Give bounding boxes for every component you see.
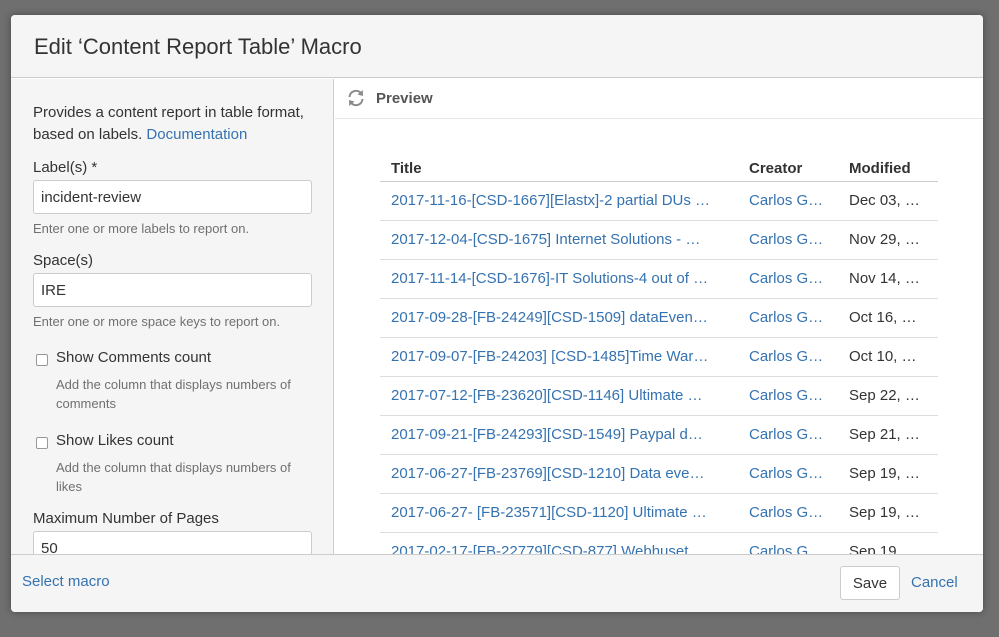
creator-link[interactable]: Carlos G…	[738, 181, 838, 221]
table-row: 2017-06-27-[FB-23769][CSD-1210] Data eve…	[380, 454, 938, 494]
dialog-header: Edit ‘Content Report Table’ Macro	[11, 15, 983, 78]
spaces-input[interactable]	[33, 273, 312, 307]
cancel-link[interactable]: Cancel	[911, 574, 958, 591]
modified-date: Nov 14, …	[838, 259, 938, 299]
creator-link[interactable]: Carlos G…	[738, 337, 838, 377]
page-title-link[interactable]: 2017-09-21-[FB-24293][CSD-1549] Paypal d…	[380, 415, 738, 455]
refresh-icon[interactable]	[346, 88, 366, 108]
table-row: 2017-09-07-[FB-24203] [CSD-1485]Time War…	[380, 337, 938, 377]
page-title-link[interactable]: 2017-06-27- [FB-23571][CSD-1120] Ultimat…	[380, 493, 738, 533]
page-title-link[interactable]: 2017-06-27-[FB-23769][CSD-1210] Data eve…	[380, 454, 738, 494]
table-row: 2017-11-14-[CSD-1676]-IT Solutions-4 out…	[380, 259, 938, 299]
table-row: 2017-02-17-[FB-22779][CSD-877] Webhuset …	[380, 532, 938, 554]
modified-date: Dec 03, …	[838, 181, 938, 221]
page-title-link[interactable]: 2017-02-17-[FB-22779][CSD-877] Webhuset …	[380, 532, 738, 554]
labels-hint: Enter one or more labels to report on.	[33, 221, 250, 236]
show-likes-checkbox[interactable]	[36, 437, 48, 449]
page-title-link[interactable]: 2017-09-07-[FB-24203] [CSD-1485]Time War…	[380, 337, 738, 377]
show-likes-description: Add the column that displays numbers of …	[56, 460, 291, 494]
preview-bar: Preview	[335, 79, 983, 119]
column-header-creator[interactable]: Creator	[738, 142, 838, 182]
dialog-footer: Select macro Save Cancel	[11, 554, 983, 612]
max-pages-label: Maximum Number of Pages	[33, 510, 219, 527]
column-header-modified[interactable]: Modified	[838, 142, 938, 182]
show-comments-description: Add the column that displays numbers of …	[56, 377, 291, 411]
creator-link[interactable]: Carlos G…	[738, 415, 838, 455]
dialog-title: Edit ‘Content Report Table’ Macro	[34, 34, 362, 59]
page-title-link[interactable]: 2017-11-14-[CSD-1676]-IT Solutions-4 out…	[380, 259, 738, 299]
table-row: 2017-06-27- [FB-23571][CSD-1120] Ultimat…	[380, 493, 938, 533]
creator-link[interactable]: Carlos G…	[738, 532, 838, 554]
modified-date: Oct 10, …	[838, 337, 938, 377]
modified-date: Nov 29, …	[838, 220, 938, 260]
column-header-title[interactable]: Title	[380, 142, 738, 182]
table-header-row: Title Creator Modified	[380, 142, 938, 182]
spaces-label: Space(s)	[33, 252, 94, 269]
table-row: 2017-07-12-[FB-23620][CSD-1146] Ultimate…	[380, 376, 938, 416]
preview-panel[interactable]: Preview Title Creator Modified 2017-11-1…	[335, 79, 983, 554]
show-comments-checkbox[interactable]	[36, 354, 48, 366]
modified-date: Sep 19, …	[838, 454, 938, 494]
macro-dialog: Edit ‘Content Report Table’ Macro Provid…	[11, 15, 983, 612]
creator-link[interactable]: Carlos G…	[738, 298, 838, 338]
creator-link[interactable]: Carlos G…	[738, 493, 838, 533]
content-report-table: Title Creator Modified 2017-11-16-[CSD-1…	[380, 142, 938, 554]
documentation-link[interactable]: Documentation	[146, 126, 247, 143]
spaces-hint: Enter one or more space keys to report o…	[33, 314, 281, 329]
show-likes-label[interactable]: Show Likes count	[56, 432, 174, 449]
modified-date: Oct 16, …	[838, 298, 938, 338]
table-row: 2017-09-21-[FB-24293][CSD-1549] Paypal d…	[380, 415, 938, 455]
table-row: 2017-12-04-[CSD-1675] Internet Solutions…	[380, 220, 938, 260]
page-title-link[interactable]: 2017-07-12-[FB-23620][CSD-1146] Ultimate…	[380, 376, 738, 416]
modified-date: Sep 21, …	[838, 415, 938, 455]
max-pages-input[interactable]	[33, 531, 312, 554]
creator-link[interactable]: Carlos G…	[738, 454, 838, 494]
table-row: 2017-11-16-[CSD-1667][Elastx]-2 partial …	[380, 181, 938, 221]
show-comments-label[interactable]: Show Comments count	[56, 349, 211, 366]
macro-parameters-panel[interactable]: Provides a content report in table forma…	[11, 79, 334, 554]
table-row: 2017-09-28-[FB-24249][CSD-1509] dataEven…	[380, 298, 938, 338]
page-title-link[interactable]: 2017-11-16-[CSD-1667][Elastx]-2 partial …	[380, 181, 738, 221]
creator-link[interactable]: Carlos G…	[738, 220, 838, 260]
page-title-link[interactable]: 2017-12-04-[CSD-1675] Internet Solutions…	[380, 220, 738, 260]
preview-label: Preview	[376, 90, 433, 107]
macro-description: Provides a content report in table forma…	[33, 102, 323, 146]
modified-date: Sep 19, …	[838, 532, 938, 554]
save-button[interactable]: Save	[840, 566, 900, 600]
modified-date: Sep 19, …	[838, 493, 938, 533]
modified-date: Sep 22, …	[838, 376, 938, 416]
labels-label: Label(s) *	[33, 159, 98, 176]
select-macro-link[interactable]: Select macro	[22, 573, 110, 590]
creator-link[interactable]: Carlos G…	[738, 259, 838, 299]
labels-input[interactable]	[33, 180, 312, 214]
page-title-link[interactable]: 2017-09-28-[FB-24249][CSD-1509] dataEven…	[380, 298, 738, 338]
creator-link[interactable]: Carlos G…	[738, 376, 838, 416]
